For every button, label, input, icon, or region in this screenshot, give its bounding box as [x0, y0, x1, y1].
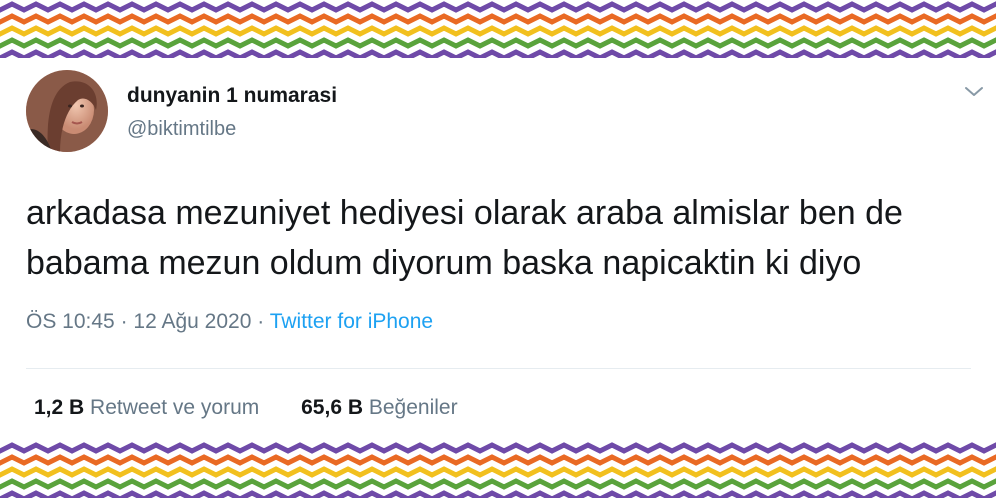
tweet-stats: 1,2 B Retweet ve yorum 65,6 B Beğeniler: [34, 396, 494, 420]
avatar-photo: [26, 70, 108, 152]
retweets-stat[interactable]: 1,2 B Retweet ve yorum: [34, 396, 265, 419]
tweet-source-link[interactable]: Twitter for iPhone: [270, 310, 433, 333]
chevron-stripe: [0, 478, 996, 490]
likes-label: Beğeniler: [368, 396, 458, 419]
chevron-stripe: [0, 37, 996, 49]
chevron-stripe: [0, 13, 996, 25]
tweet-text: arkadasa mezuniyet hediyesi olarak araba…: [26, 188, 971, 288]
decorative-chevron-band-top: [0, 0, 996, 58]
avatar[interactable]: [26, 70, 108, 152]
tweet-text-line: babama mezun oldum diyorum baska napicak…: [26, 244, 862, 282]
chevron-down-icon[interactable]: [962, 82, 986, 102]
meta-separator: ·: [257, 310, 265, 333]
likes-stat[interactable]: 65,6 B Beğeniler: [301, 396, 457, 419]
meta-separator: ·: [120, 310, 128, 333]
divider: [26, 368, 971, 369]
retweets-count: 1,2 B: [34, 396, 85, 419]
tweet-date[interactable]: 12 Ağu 2020: [133, 310, 251, 333]
display-name[interactable]: dunyanin 1 numarasi: [127, 84, 337, 108]
chevron-stripe: [0, 25, 996, 37]
chevron-stripe: [0, 1, 996, 13]
tweet-meta: ÖS 10:45 · 12 Ağu 2020 · Twitter for iPh…: [26, 310, 433, 334]
tweet-text-line: arkadasa mezuniyet hediyesi olarak araba…: [26, 194, 903, 232]
tweet-time[interactable]: ÖS 10:45: [26, 310, 115, 333]
chevron-stripe: [0, 466, 996, 478]
chevron-stripe: [0, 490, 996, 498]
retweets-label: Retweet ve yorum: [90, 396, 260, 419]
decorative-chevron-band-bottom: [0, 441, 996, 498]
likes-count: 65,6 B: [301, 396, 363, 419]
user-handle[interactable]: @biktimtilbe: [127, 118, 236, 141]
chevron-stripe: [0, 454, 996, 466]
chevron-stripe: [0, 442, 996, 454]
